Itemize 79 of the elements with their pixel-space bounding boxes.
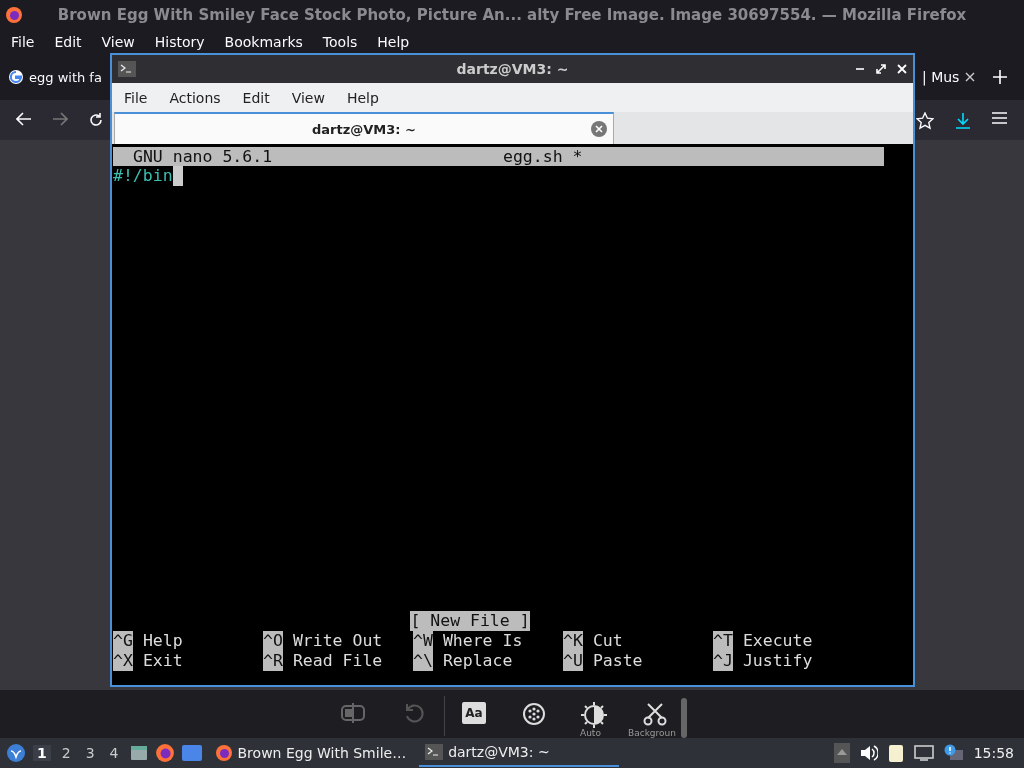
- shortcut-key: ^X: [113, 651, 133, 671]
- terminal-icon: [425, 744, 444, 760]
- contrast-icon[interactable]: [581, 702, 607, 728]
- workspace-button[interactable]: 4: [105, 745, 123, 761]
- menu-item[interactable]: View: [94, 34, 142, 50]
- clock: 15:58: [973, 745, 1014, 761]
- maximize-icon[interactable]: [876, 64, 886, 74]
- shortcut-key: ^\: [413, 651, 433, 671]
- text-cursor: [172, 166, 183, 186]
- star-icon[interactable]: [916, 112, 934, 130]
- shortcut-key: ^W: [413, 631, 433, 651]
- start-menu-icon[interactable]: [6, 743, 26, 763]
- taskbar-task[interactable]: Brown Egg With Smile…: [208, 739, 413, 767]
- shortcut-key: ^T: [713, 631, 733, 651]
- menu-item[interactable]: File: [116, 89, 156, 106]
- terminal-icon: [118, 61, 136, 77]
- shortcut-label: Execute: [742, 631, 813, 651]
- download-icon[interactable]: [955, 112, 971, 130]
- google-icon: [8, 69, 24, 85]
- clipboard-icon[interactable]: [887, 743, 904, 763]
- new-tab-icon[interactable]: [993, 70, 1007, 84]
- desktop-icon[interactable]: [181, 745, 202, 761]
- shortcut-label: Read File: [292, 651, 383, 671]
- menu-item[interactable]: View: [283, 89, 333, 106]
- network-icon[interactable]: [913, 745, 934, 761]
- browser-tab[interactable]: egg with fa: [8, 62, 102, 92]
- shortcut-label: Write Out: [292, 631, 383, 651]
- code-line: #!/bin: [113, 166, 173, 186]
- browser-tab[interactable]: | Mus: [922, 62, 976, 92]
- toolbar-label: Backgroun: [628, 728, 676, 738]
- firefox-icon: [214, 744, 233, 762]
- menu-icon[interactable]: [992, 112, 1007, 124]
- film-reel-icon[interactable]: [522, 702, 546, 726]
- font-button[interactable]: Aa: [462, 702, 486, 724]
- notification-icon[interactable]: [943, 744, 964, 762]
- reload-icon[interactable]: [88, 112, 104, 128]
- shortcut-key: ^U: [563, 651, 583, 671]
- shortcut-key: ^K: [563, 631, 583, 651]
- nano-version: GNU nano 5.6.1: [133, 147, 273, 166]
- file-name: egg.sh *: [503, 147, 583, 166]
- toolbar-label: Auto: [580, 728, 601, 738]
- volume-icon[interactable]: [859, 744, 878, 762]
- close-icon[interactable]: [965, 72, 976, 82]
- menu-item[interactable]: Actions: [161, 89, 229, 106]
- menu-item[interactable]: Edit: [234, 89, 278, 106]
- menu-item[interactable]: Help: [370, 34, 417, 50]
- firefox-icon: [5, 6, 23, 24]
- shortcut-label: Help: [142, 631, 183, 651]
- shortcut-label: Replace: [442, 651, 513, 671]
- menu-item[interactable]: Tools: [315, 34, 365, 50]
- menu-item[interactable]: Edit: [47, 34, 89, 50]
- window-title: dartz@VM3: ~: [456, 61, 569, 77]
- shortcut-label: Cut: [592, 631, 623, 651]
- menu-item[interactable]: Help: [338, 89, 387, 106]
- menu-item[interactable]: Bookmarks: [217, 34, 310, 50]
- workspace-button[interactable]: 1: [33, 745, 51, 761]
- shortcut-key: ^R: [263, 651, 283, 671]
- menu-item[interactable]: File: [4, 34, 42, 50]
- shortcut-label: Exit: [142, 651, 183, 671]
- reader-view-icon[interactable]: [340, 702, 366, 724]
- scrollbar[interactable]: [681, 698, 687, 738]
- shortcut-key: ^O: [263, 631, 283, 651]
- menu-item[interactable]: History: [147, 34, 212, 50]
- taskbar-task[interactable]: dartz@VM3: ~: [419, 739, 620, 767]
- scissors-icon[interactable]: [643, 702, 667, 726]
- window-title: Brown Egg With Smiley Face Stock Photo, Picture An... alty Free Image. Image 30697554. — Mozilla Firefox: [57, 6, 967, 24]
- shortcut-key: ^J: [713, 651, 733, 671]
- terminal-tab[interactable]: dartz@VM3: ~: [114, 112, 614, 144]
- forward-icon[interactable]: [52, 112, 68, 126]
- shortcut-key: ^G: [113, 631, 133, 651]
- status-message: [ New File ]: [410, 611, 530, 631]
- firefox-icon[interactable]: [154, 743, 175, 763]
- shortcut-label: Where Is: [442, 631, 523, 651]
- shortcut-label: Paste: [592, 651, 643, 671]
- workspace-button[interactable]: 3: [81, 745, 99, 761]
- file-manager-icon[interactable]: [129, 744, 148, 762]
- workspace-button[interactable]: 2: [57, 745, 75, 761]
- shortcut-label: Justify: [742, 651, 813, 671]
- back-icon[interactable]: [16, 112, 32, 126]
